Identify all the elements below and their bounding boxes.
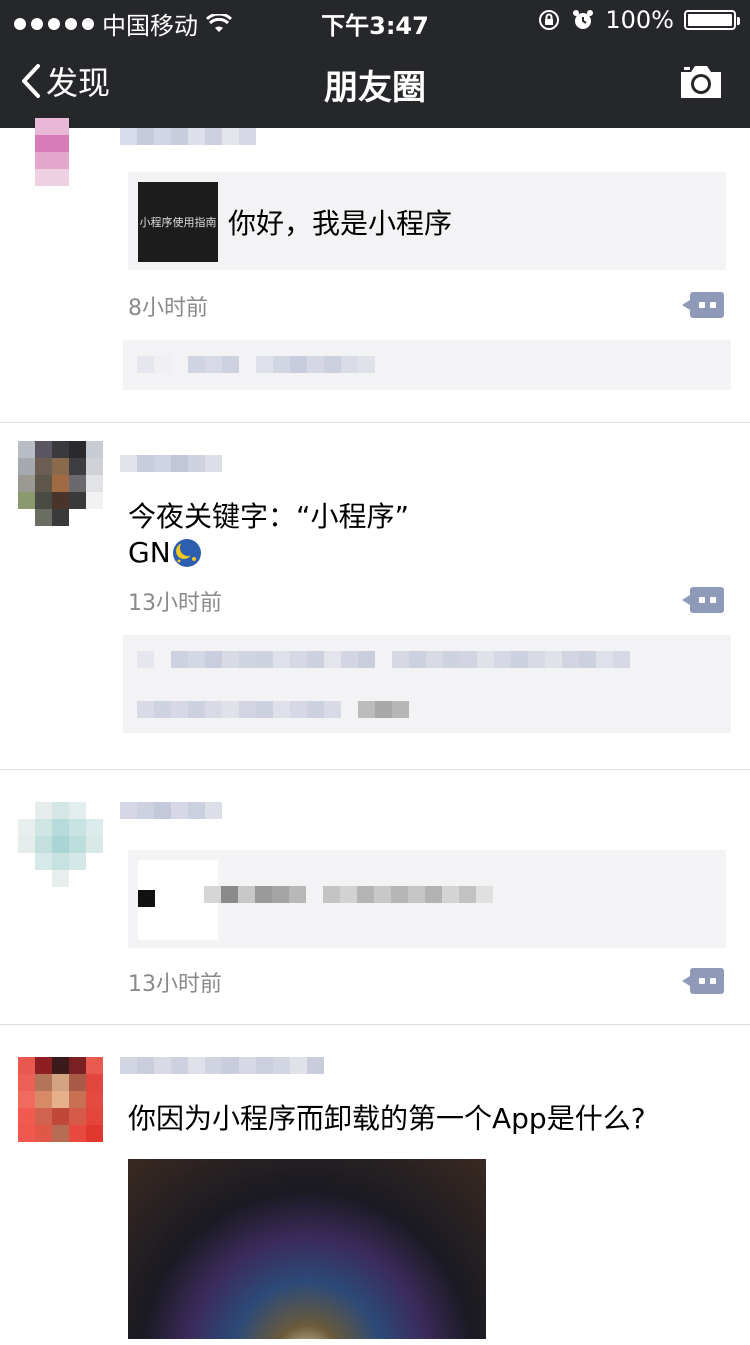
post-text-line1: 今夜关键字：“小程序” xyxy=(128,500,410,533)
comment-button[interactable] xyxy=(682,587,724,613)
post-text-line2: GN xyxy=(128,536,171,569)
post-time: 8小时前 xyxy=(128,296,208,321)
avatar[interactable] xyxy=(18,441,104,527)
post-time: 13小时前 xyxy=(128,591,222,616)
post-time: 13小时前 xyxy=(128,972,222,997)
moment-post: 13小时前 xyxy=(0,770,750,1025)
blurred-link-title xyxy=(204,886,493,903)
nickname-blurred[interactable] xyxy=(120,128,256,162)
comment-button[interactable] xyxy=(682,292,724,318)
top-bar: 中国移动 下午3:47 100% 发现 朋友圈 xyxy=(0,0,750,128)
moment-post: 你因为小程序而卸载的第一个App是什么? xyxy=(0,1025,750,1345)
moments-feed: 小程序使用指南 你好，我是小程序 8小时前 今夜关键字：“小程序” GN 13小… xyxy=(0,118,750,1345)
card-text: 你好，我是小程序 xyxy=(228,207,453,240)
camera-icon xyxy=(681,66,721,98)
post-photo[interactable] xyxy=(128,1159,486,1339)
like-comment-area xyxy=(123,340,731,390)
moon-emoji-icon xyxy=(172,539,201,567)
moment-post: 小程序使用指南 你好，我是小程序 8小时前 xyxy=(0,118,750,423)
post-text: 今夜关键字：“小程序” GN xyxy=(128,499,409,571)
nickname-blurred[interactable] xyxy=(120,802,222,836)
rotation-lock-icon xyxy=(539,10,560,30)
nav-bar: 发现 朋友圈 xyxy=(0,40,750,128)
avatar[interactable] xyxy=(18,1057,104,1143)
alarm-icon xyxy=(573,10,594,29)
battery-icon xyxy=(684,10,740,30)
mini-program-card[interactable]: 小程序使用指南 你好，我是小程序 xyxy=(128,172,726,270)
shared-link-card[interactable] xyxy=(128,850,726,948)
avatar[interactable] xyxy=(18,118,104,204)
battery-percent: 100% xyxy=(605,6,674,34)
blurred-likes xyxy=(137,651,630,668)
nickname-blurred[interactable] xyxy=(120,1057,324,1091)
comment-button[interactable] xyxy=(682,968,724,994)
camera-button[interactable] xyxy=(678,62,724,106)
blurred-text xyxy=(137,356,375,373)
page-title: 朋友圈 xyxy=(324,68,426,108)
post-text: 你因为小程序而卸载的第一个App是什么? xyxy=(128,1102,646,1135)
status-bar: 中国移动 下午3:47 100% xyxy=(0,0,750,40)
mini-program-thumbnail: 小程序使用指南 xyxy=(138,182,218,262)
blurred-comment xyxy=(137,701,409,718)
moment-post: 今夜关键字：“小程序” GN 13小时前 xyxy=(0,423,750,770)
nickname-blurred[interactable] xyxy=(120,455,222,489)
like-comment-area xyxy=(123,635,731,733)
avatar[interactable] xyxy=(18,802,104,888)
